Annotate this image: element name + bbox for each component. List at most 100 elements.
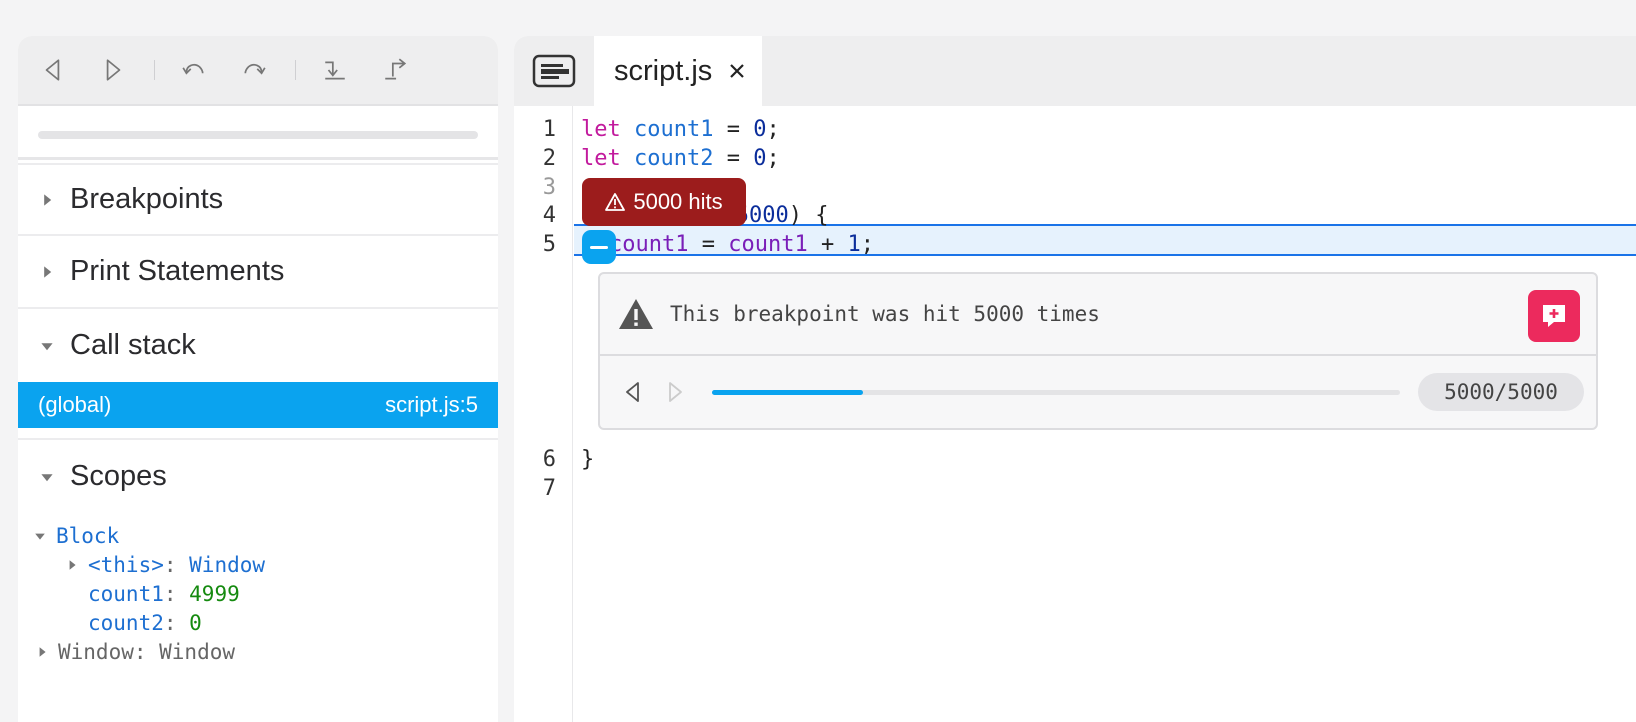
colon: : xyxy=(163,552,190,577)
identifier: count1 xyxy=(634,116,714,142)
debugger-sidebar: Breakpoints Print Statements Call stack … xyxy=(18,36,498,722)
line-number: 3 xyxy=(542,174,556,200)
keyword: let xyxy=(581,145,621,171)
breakpoint-panel-footer: 5000/5000 xyxy=(600,356,1596,428)
code-editor: script.js 1 let count1 = 0; 2 let count2… xyxy=(514,36,1636,722)
redo-icon xyxy=(244,63,266,75)
operator: = xyxy=(688,231,729,257)
line-number: 2 xyxy=(542,145,556,171)
section-label: Scopes xyxy=(70,460,167,492)
redo-button[interactable] xyxy=(239,55,269,85)
step-into-icon xyxy=(325,61,345,80)
next-hit-button[interactable] xyxy=(662,378,688,406)
scope-block[interactable]: Block xyxy=(18,521,498,550)
scopes-tree: Block <this>: Window count1: 4999 count2… xyxy=(18,513,498,666)
tab-title: script.js xyxy=(614,54,713,87)
toolbar-divider xyxy=(295,60,296,80)
caret-right-icon xyxy=(34,644,50,660)
colon: : xyxy=(163,610,190,635)
section-call-stack[interactable]: Call stack xyxy=(18,309,498,382)
call-stack-frame[interactable]: (global) script.js:5 xyxy=(18,382,498,428)
section-label: Call stack xyxy=(70,329,196,361)
triangle-right-icon xyxy=(669,382,682,402)
prop-value: 4999 xyxy=(189,581,240,606)
prop-value: 0 xyxy=(189,610,202,635)
warning-icon xyxy=(619,299,653,329)
scope-var-count1: count1: 4999 xyxy=(18,579,498,608)
prop-key: count2 xyxy=(88,610,164,635)
scope-label: Block xyxy=(56,523,120,548)
hit-counter: 5000/5000 xyxy=(1418,373,1584,411)
section-breakpoints[interactable]: Breakpoints xyxy=(18,163,498,236)
sidebar-toggle-icon xyxy=(532,54,576,88)
hit-progress-bar[interactable] xyxy=(712,390,1400,395)
identifier: count1 xyxy=(609,231,689,257)
code-line: 2 let count2 = 0; xyxy=(514,143,1636,173)
breakpoint-message: This breakpoint was hit 5000 times xyxy=(670,302,1100,326)
line-number: 7 xyxy=(542,475,556,501)
punctuation: ; xyxy=(860,231,874,257)
caret-right-icon xyxy=(38,191,56,209)
line-number: 6 xyxy=(542,446,556,472)
previous-hit-button[interactable] xyxy=(620,378,646,406)
section-label: Breakpoints xyxy=(70,183,224,215)
breakpoint-marker[interactable] xyxy=(582,230,616,264)
number-literal: 0 xyxy=(753,116,767,142)
line-number: 5 xyxy=(542,231,556,257)
tab-script-js[interactable]: script.js xyxy=(594,36,763,106)
section-scopes[interactable]: Scopes xyxy=(18,440,498,513)
code-line: 7 xyxy=(514,473,1636,503)
add-comment-button[interactable] xyxy=(1528,290,1580,342)
debug-toolbar xyxy=(18,36,498,106)
timeline-track[interactable] xyxy=(38,131,478,139)
identifier: count2 xyxy=(634,145,714,171)
prop-value: Window xyxy=(189,552,266,577)
triangle-left-icon xyxy=(626,382,639,402)
section-label: Print Statements xyxy=(70,255,285,287)
breakpoint-panel-header: This breakpoint was hit 5000 times xyxy=(600,274,1596,356)
operator: = xyxy=(713,116,754,142)
punctuation: } xyxy=(581,446,595,472)
breakpoint-panel: This breakpoint was hit 5000 times 5000/… xyxy=(598,272,1598,430)
toggle-sidebar-button[interactable] xyxy=(514,36,594,106)
step-into-button[interactable] xyxy=(320,55,350,85)
caret-right-icon xyxy=(64,557,80,573)
scope-label: Window: Window xyxy=(58,639,236,664)
rewind-icon xyxy=(45,59,60,81)
editor-tabbar: script.js xyxy=(514,36,1636,106)
punctuation: ) { xyxy=(788,202,829,228)
play-button[interactable] xyxy=(98,55,128,85)
line-number: 1 xyxy=(542,116,556,142)
rewind-button[interactable] xyxy=(38,55,68,85)
scope-window[interactable]: Window: Window xyxy=(18,637,498,666)
prop-key: count1 xyxy=(88,581,164,606)
step-out-button[interactable] xyxy=(380,55,410,85)
caret-down-icon xyxy=(38,337,56,355)
keyword: let xyxy=(581,116,621,142)
timeline-scrubber[interactable] xyxy=(18,106,498,160)
punctuation: ; xyxy=(766,116,780,142)
divider xyxy=(18,428,498,440)
toolbar-divider xyxy=(154,60,155,80)
caret-down-icon xyxy=(32,528,48,544)
frame-name: (global) xyxy=(38,392,112,417)
tab-close-button[interactable] xyxy=(726,60,748,82)
caret-right-icon xyxy=(38,263,56,281)
operator: + xyxy=(807,231,848,257)
number-literal: 0 xyxy=(753,145,767,171)
undo-icon xyxy=(182,63,204,75)
scope-this[interactable]: <this>: Window xyxy=(18,550,498,579)
frame-location: script.js:5 xyxy=(385,392,478,417)
warning-icon xyxy=(605,193,626,211)
hit-progress-fill xyxy=(712,390,864,395)
hits-count: 5000 hits xyxy=(633,189,723,214)
section-print-statements[interactable]: Print Statements xyxy=(18,236,498,309)
undo-button[interactable] xyxy=(179,55,209,85)
code-line-current: 5 count1 = count1 + 1; xyxy=(514,229,1636,259)
colon: : xyxy=(163,581,190,606)
hits-badge[interactable]: 5000 hits xyxy=(582,178,746,226)
number-literal: 1 xyxy=(847,231,861,257)
code-line: 1 let count1 = 0; xyxy=(514,114,1636,144)
close-icon xyxy=(730,64,745,78)
line-number: 4 xyxy=(542,202,556,228)
